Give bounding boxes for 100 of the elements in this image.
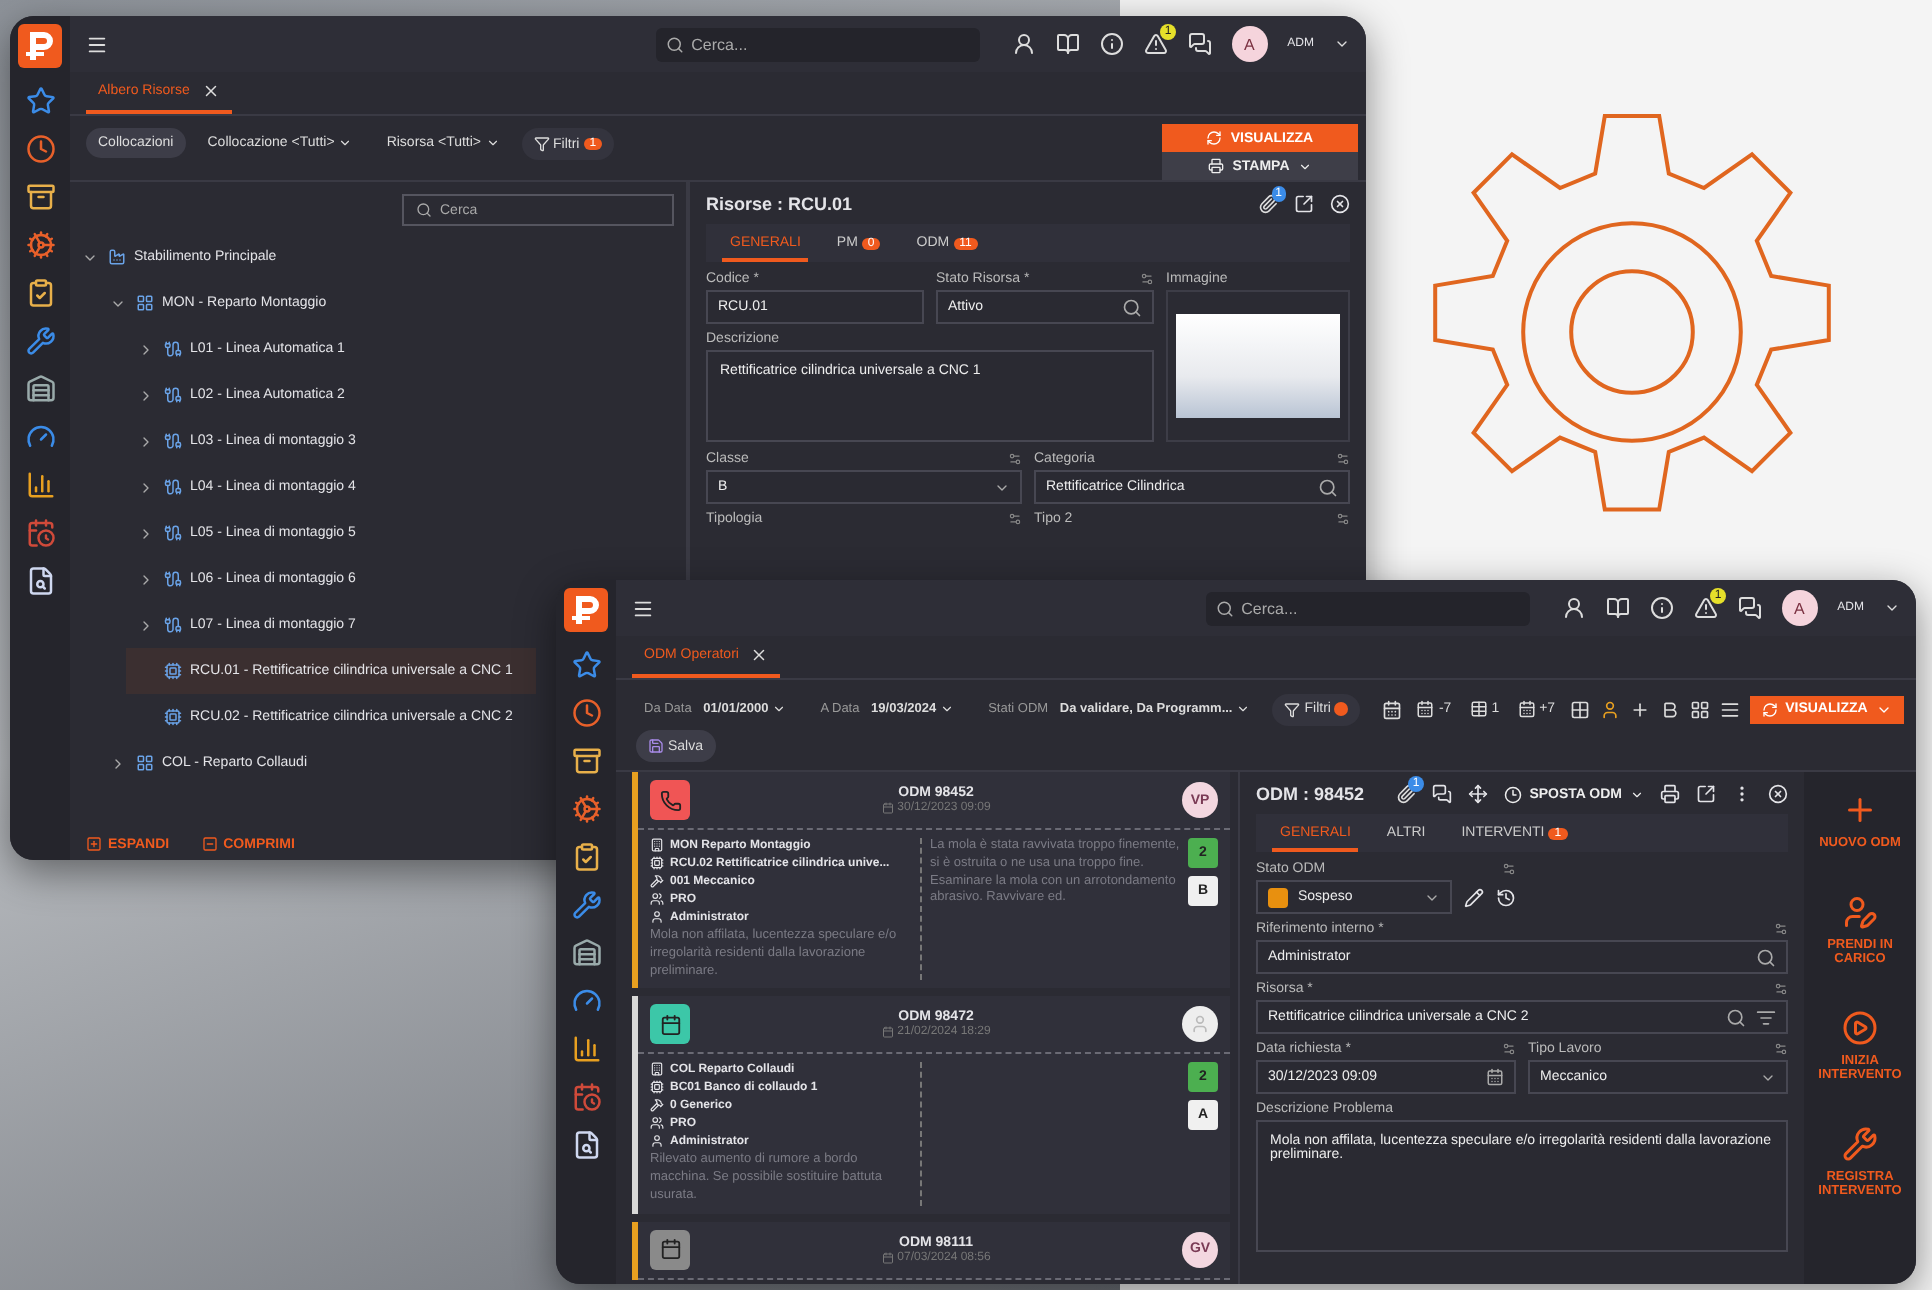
document-icon[interactable] [25,566,55,596]
plus-icon [1842,792,1878,828]
plus-icon[interactable] [1629,699,1650,719]
plug-icon [164,570,182,588]
star-icon[interactable] [25,86,55,116]
plug-icon [164,340,182,358]
plus-square-icon [86,836,102,852]
bar-chart-icon[interactable] [25,470,55,500]
caret-icon[interactable] [1334,36,1350,52]
search-icon[interactable] [1122,297,1142,317]
info-icon[interactable] [1099,32,1124,56]
chevron-icon[interactable] [138,433,154,449]
search-field[interactable]: Cerca... [1205,591,1530,625]
menu-icon[interactable] [632,597,654,619]
close-icon[interactable] [201,82,220,100]
user-icon [650,910,664,924]
plug-icon [164,386,182,404]
tools-icon[interactable] [571,890,601,920]
search-icon[interactable] [1756,947,1776,967]
archive-icon[interactable] [571,746,601,776]
search-icon[interactable] [1318,477,1338,497]
machine-icon [650,856,664,870]
plug-icon [164,524,182,542]
calendar-icon[interactable] [25,518,55,548]
hammer-icon [650,1098,664,1113]
building-icon [650,1062,664,1077]
bold-icon[interactable] [1659,699,1680,719]
close-icon[interactable] [1768,784,1788,804]
menu-icon[interactable] [86,33,108,55]
refresh-icon [1206,130,1223,146]
machine-icon [164,662,182,680]
document-icon[interactable] [571,1130,601,1160]
calendar-day-icon [1469,700,1488,718]
info-icon[interactable] [1649,596,1674,620]
calendar-icon[interactable] [571,1082,601,1112]
chevron-icon[interactable] [138,571,154,587]
order-card[interactable] [632,772,1230,989]
calendar-icon [881,802,894,814]
chevron-icon[interactable] [110,755,126,771]
clipboard-icon[interactable] [571,842,601,872]
user-avatar[interactable]: A [1231,26,1268,62]
external-link-icon[interactable] [1294,194,1314,214]
grid-icon [136,294,154,312]
chevron-icon[interactable] [138,617,154,633]
chat-icon[interactable] [1431,784,1452,804]
clock-icon[interactable] [25,134,55,164]
calendar-week-icon [1416,700,1435,718]
search-field[interactable]: Cerca... [655,27,980,61]
archive-icon[interactable] [25,182,55,212]
search-icon[interactable] [1726,1007,1746,1027]
book-icon[interactable] [1605,596,1630,620]
person-icon[interactable] [1599,699,1620,719]
caret-icon [1236,702,1251,716]
play-icon [1842,1010,1878,1046]
gauge-icon[interactable] [571,986,601,1016]
grid-icon [136,754,154,772]
history-icon[interactable] [1496,887,1516,907]
chevron-icon[interactable] [138,341,154,357]
bar-chart-icon[interactable] [571,1034,601,1064]
chat-icon[interactable] [1187,32,1212,56]
person-icon[interactable] [1011,32,1036,56]
move-icon[interactable] [1467,784,1488,804]
caret-icon [772,702,787,716]
external-link-icon[interactable] [1696,784,1716,804]
warehouse-icon[interactable] [25,374,55,404]
close-icon[interactable] [750,646,769,664]
gears-icon[interactable] [571,794,601,824]
calendar-menu-icon[interactable] [1382,699,1403,719]
list-icon[interactable] [1756,1007,1776,1027]
chat-icon[interactable] [1737,596,1762,620]
caret-icon[interactable] [1884,600,1900,616]
tools-icon [1842,1126,1878,1162]
user-avatar[interactable]: A [1781,590,1818,626]
pencil-icon[interactable] [1464,887,1484,907]
person-icon[interactable] [1561,596,1586,620]
warehouse-icon[interactable] [571,938,601,968]
book-icon[interactable] [1055,32,1080,56]
clock-icon[interactable] [571,698,601,728]
grid-icon[interactable] [1689,699,1710,719]
user-avatar [1182,1006,1218,1043]
machine-icon [650,1080,664,1095]
plug-icon [164,478,182,496]
calendar-icon[interactable] [1486,1068,1504,1086]
tools-icon[interactable] [25,326,55,356]
chevron-icon[interactable] [138,479,154,495]
gauge-icon[interactable] [25,422,55,452]
gears-icon[interactable] [25,230,55,260]
panel-title: ODM : 98452 [1256,784,1365,804]
print-icon[interactable] [1660,784,1680,804]
clock-icon [1503,785,1522,803]
close-icon[interactable] [1330,194,1350,214]
clipboard-icon[interactable] [25,278,55,308]
star-icon[interactable] [571,650,601,680]
chevron-icon[interactable] [138,525,154,541]
chevron-icon[interactable] [138,387,154,403]
caret-icon [1297,159,1312,173]
table-icon[interactable] [1569,699,1590,719]
list-icon[interactable] [1719,699,1740,719]
plug-icon [164,616,182,634]
factory-icon [108,248,126,266]
